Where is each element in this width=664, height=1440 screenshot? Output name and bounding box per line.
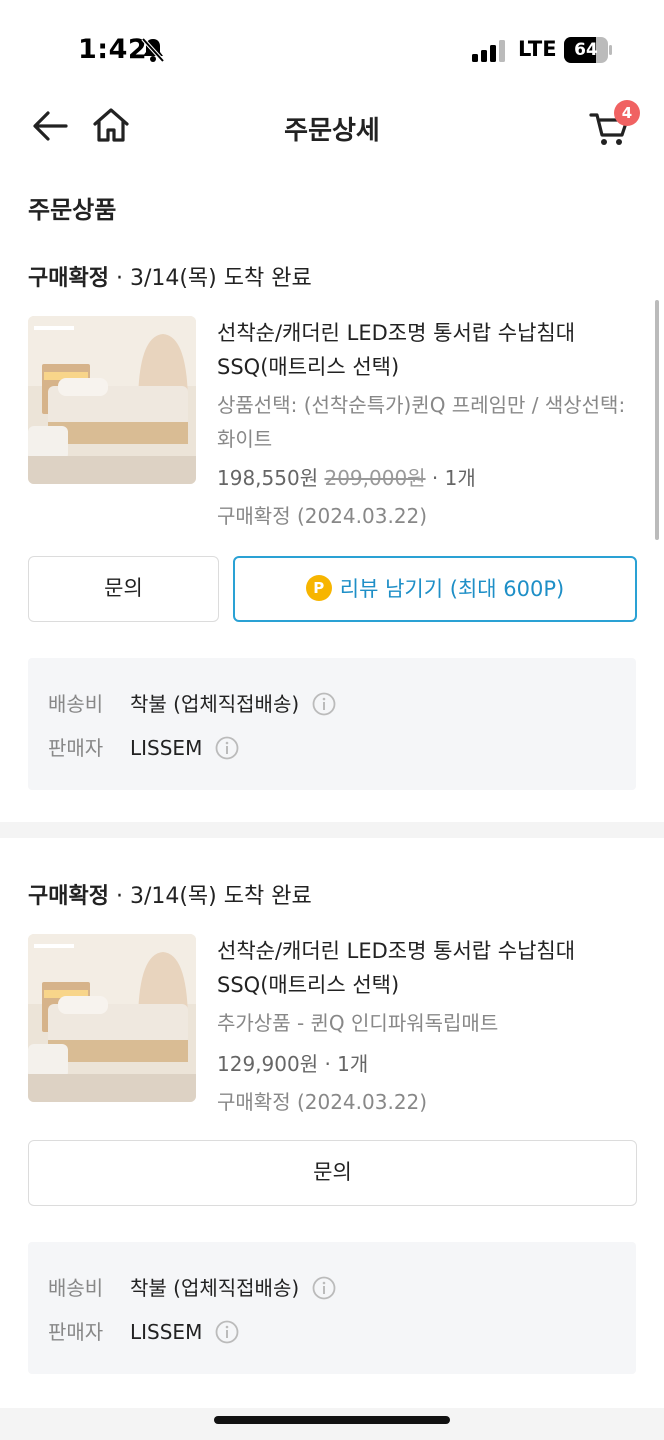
page-title: 주문상세 <box>284 116 380 146</box>
sale-price: 129,900원 <box>217 1052 319 1076</box>
order-status: 구매확정 · 3/14(목) 도착 완료 <box>28 260 312 292</box>
shipping-info-box: 배송비 착불 (업체직접배송) 판매자 LISSEM <box>28 658 636 790</box>
signal-icon <box>472 40 505 62</box>
product-thumbnail[interactable] <box>28 934 196 1102</box>
order-status-bold: 구매확정 <box>28 884 109 909</box>
shipping-fee-value: 착불 (업체직접배송) <box>130 1276 300 1300</box>
product-price: 129,900원 · 1개 <box>217 1048 368 1077</box>
shipping-fee-value: 착불 (업체직접배송) <box>130 692 300 716</box>
section-divider <box>0 822 664 838</box>
seller-label: 판매자 <box>48 1320 104 1344</box>
order-status-detail: · 3/14(목) 도착 완료 <box>108 884 312 909</box>
network-label: LTE <box>518 37 557 61</box>
seller-value[interactable]: LISSEM <box>130 1320 202 1344</box>
seller-row: 판매자 LISSEM <box>48 1316 239 1346</box>
product-name[interactable]: 선착순/캐더린 LED조명 통서랍 수납침대 SSQ(매트리스 선택) <box>217 934 637 1002</box>
review-button-label: 리뷰 남기기 (최대 600P) <box>339 577 565 601</box>
inquiry-button[interactable]: 문의 <box>28 556 219 622</box>
home-indicator[interactable] <box>214 1416 450 1424</box>
product-name[interactable]: 선착순/캐더린 LED조명 통서랍 수납침대 SSQ(매트리스 선택) <box>217 316 637 384</box>
point-icon: P <box>305 575 332 601</box>
section-divider <box>0 1408 664 1440</box>
order-status-detail: · 3/14(목) 도착 완료 <box>108 266 312 291</box>
info-icon[interactable] <box>215 1320 239 1344</box>
cart-count-badge: 4 <box>614 100 640 126</box>
status-time: 1:42 <box>78 34 148 65</box>
shipping-fee-label: 배송비 <box>48 692 104 716</box>
bell-muted-icon <box>141 37 165 63</box>
quantity: · 1개 <box>425 466 476 490</box>
seller-row: 판매자 LISSEM <box>48 732 239 762</box>
info-icon[interactable] <box>312 692 336 716</box>
status-bar: 1:42 LTE 64 <box>0 0 664 96</box>
scrollbar[interactable] <box>655 300 659 540</box>
order-status: 구매확정 · 3/14(목) 도착 완료 <box>28 878 312 910</box>
shipping-fee-row: 배송비 착불 (업체직접배송) <box>48 1272 336 1302</box>
original-price: 209,000원 <box>324 466 426 490</box>
shipping-fee-row: 배송비 착불 (업체직접배송) <box>48 688 336 718</box>
sale-price: 198,550원 <box>217 466 319 490</box>
order-item: 구매확정 · 3/14(목) 도착 완료 선착순/캐더린 LED조명 통서랍 수… <box>0 260 664 800</box>
info-icon[interactable] <box>215 736 239 760</box>
quantity: · 1개 <box>318 1052 369 1076</box>
product-price: 198,550원 209,000원 · 1개 <box>217 462 476 491</box>
section-title: 주문상품 <box>28 196 117 224</box>
inquiry-button[interactable]: 문의 <box>28 1140 637 1206</box>
seller-value[interactable]: LISSEM <box>130 736 202 760</box>
battery-level: 64 <box>574 40 598 60</box>
seller-label: 판매자 <box>48 736 104 760</box>
product-option: 상품선택: (선착순특가)퀸Q 프레임만 / 색상선택: 화이트 <box>217 393 626 451</box>
confirm-date: 구매확정 (2024.03.22) <box>217 1090 428 1114</box>
write-review-button[interactable]: P 리뷰 남기기 (최대 600P) <box>233 556 637 622</box>
info-icon[interactable] <box>312 1276 336 1300</box>
shipping-info-box: 배송비 착불 (업체직접배송) 판매자 LISSEM <box>28 1242 636 1374</box>
order-status-bold: 구매확정 <box>28 266 109 291</box>
product-thumbnail[interactable] <box>28 316 196 484</box>
product-option: 추가상품 - 퀸Q 인디파워독립매트 <box>217 1011 499 1035</box>
shipping-fee-label: 배송비 <box>48 1276 104 1300</box>
nav-header: 주문상세 <box>0 96 664 160</box>
order-item: 구매확정 · 3/14(목) 도착 완료 선착순/캐더린 LED조명 통서랍 수… <box>0 878 664 1378</box>
confirm-date: 구매확정 (2024.03.22) <box>217 504 428 528</box>
